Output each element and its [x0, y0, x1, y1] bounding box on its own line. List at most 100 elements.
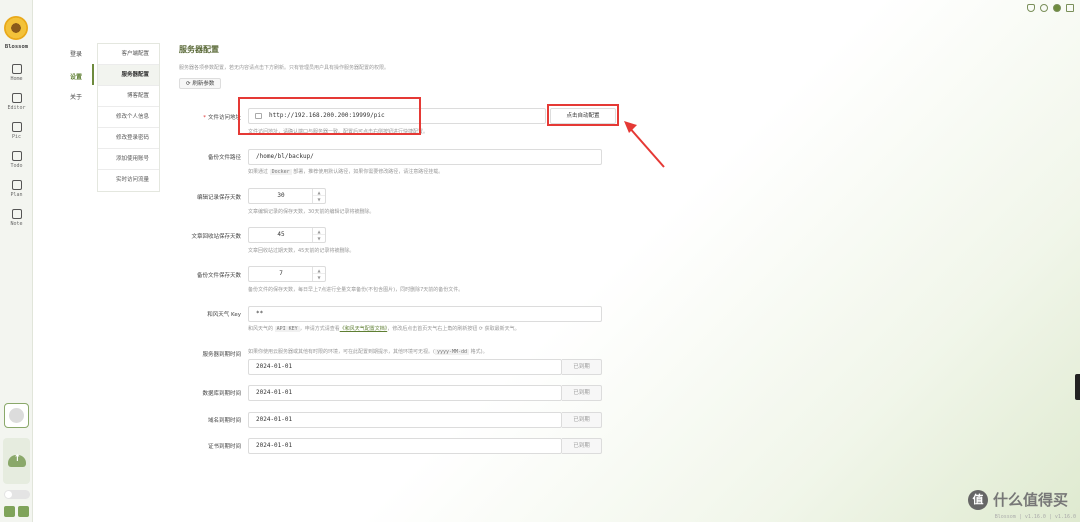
recycle-days-label: 文章回收站保存天数: [191, 234, 241, 240]
rail-label: Editor: [7, 104, 26, 111]
toggle-knob: [5, 491, 12, 498]
server-expire-button[interactable]: 已到期: [562, 359, 602, 375]
backup-days-label: 备份文件保存天数: [196, 273, 241, 279]
backup-days-stepper[interactable]: 7 ▲ ▼: [248, 266, 326, 282]
submenu-add-account[interactable]: 添加使用账号: [98, 149, 159, 170]
increase-icon[interactable]: ▲: [313, 267, 325, 274]
required-mark: *: [203, 115, 206, 121]
backup-path-hint: 如果通过 Docker 部署，推荐使用默认路径，如果你需要修改路径，请注意路径挂…: [248, 168, 443, 175]
increase-icon[interactable]: ▲: [313, 228, 325, 235]
status-icon[interactable]: [1053, 4, 1061, 12]
settings-icon[interactable]: [4, 506, 15, 517]
backup-days-value: 7: [279, 270, 283, 277]
editor-icon: [11, 92, 22, 103]
edit-days-stepper[interactable]: 30 ▲ ▼: [248, 188, 326, 204]
domain-expire-label: 域名到期时间: [207, 418, 241, 424]
submenu-edit-profile[interactable]: 修改个人信息: [98, 107, 159, 128]
recycle-days-hint: 文章回收站过期天数，45天前的记录将被删除。: [248, 248, 355, 254]
decrease-icon[interactable]: ▼: [313, 274, 325, 281]
rail-item-plan[interactable]: Plan: [0, 174, 33, 203]
file-url-label: * 文件访问地址: [179, 113, 241, 121]
tab-about[interactable]: 关于: [62, 92, 94, 101]
brand-name: Blossom: [4, 44, 29, 50]
cloud-upload-icon: [7, 454, 26, 467]
watermark-text: 什么值得买: [992, 491, 1068, 509]
submenu-change-password[interactable]: 修改登录密码: [98, 128, 159, 149]
rail-item-editor[interactable]: Editor: [0, 87, 33, 116]
submenu-blog-config[interactable]: 博客配置: [98, 86, 159, 107]
annotation-box-button: [547, 104, 619, 126]
rail-label: Todo: [10, 162, 23, 169]
cert-expire-button[interactable]: 已到期: [562, 438, 602, 454]
hint-text: ，修改后点击首页天气右上角的刷新按钮 ⟳ 获取最新天气。: [387, 326, 520, 332]
backup-path-input[interactable]: /home/bl/backup/: [248, 149, 602, 165]
hint-code: Docker: [269, 169, 292, 175]
weather-doc-link[interactable]: 《和风天气配置文档》: [340, 326, 388, 332]
increase-icon[interactable]: ▲: [313, 189, 325, 196]
rail-nav: Home Editor Pic Todo Plan Note: [0, 58, 33, 232]
annotation-box-url: [238, 97, 421, 135]
domain-expire-button[interactable]: 已到期: [562, 412, 602, 428]
watermark-logo: 值: [967, 489, 988, 510]
side-handle[interactable]: [1075, 374, 1080, 400]
domain-expire-input[interactable]: 2024-01-01: [248, 412, 562, 428]
weather-key-hint: 和风天气的 API KEY ，申请方式请查看《和风天气配置文档》，修改后点击首页天…: [248, 325, 520, 332]
tab-settings[interactable]: 设置: [62, 72, 94, 81]
file-url-label-text: 文件访问地址: [207, 115, 241, 121]
page-title: 服务器配置: [179, 45, 219, 54]
window-icon[interactable]: [1066, 4, 1074, 12]
hint-text: 部署，推荐使用默认路径，如果你需要修改路径，请注意路径挂载。: [293, 169, 444, 175]
stepper-buttons[interactable]: ▲ ▼: [312, 228, 325, 242]
watermark: 值 什么值得买: [967, 489, 1068, 510]
hint-text: 格式)。: [470, 349, 488, 355]
db-expire-label: 数据库到期时间: [202, 391, 241, 397]
cert-expire-input[interactable]: 2024-01-01: [248, 438, 562, 454]
todo-icon: [11, 150, 22, 161]
submenu-traffic[interactable]: 实时访问流量: [98, 170, 159, 191]
weather-key-input[interactable]: **: [248, 306, 602, 322]
stepper-buttons[interactable]: ▲ ▼: [312, 267, 325, 281]
recycle-days-value: 45: [277, 231, 285, 238]
rail-item-todo[interactable]: Todo: [0, 145, 33, 174]
backup-path-label: 备份文件路径: [207, 155, 241, 161]
hint-text: ，申请方式请查看: [299, 326, 340, 332]
server-expire-label: 服务器到期时间: [202, 352, 241, 358]
rail-item-pic[interactable]: Pic: [0, 116, 33, 145]
theme-icon[interactable]: [1040, 4, 1048, 12]
edit-days-label: 编辑记录保存天数: [196, 195, 241, 201]
rail-item-note[interactable]: Note: [0, 203, 33, 232]
submenu-server-config[interactable]: 服务器配置: [98, 65, 159, 86]
decrease-icon[interactable]: ▼: [313, 235, 325, 242]
db-expire-button[interactable]: 已到期: [562, 385, 602, 401]
recycle-days-stepper[interactable]: 45 ▲ ▼: [248, 227, 326, 243]
upload-card[interactable]: [3, 438, 30, 484]
tab-login[interactable]: 登录: [62, 49, 94, 58]
bell-icon[interactable]: [1027, 4, 1035, 12]
db-expire-input[interactable]: 2024-01-01: [248, 385, 562, 401]
logo-icon: [4, 16, 28, 40]
stepper-buttons[interactable]: ▲ ▼: [312, 189, 325, 203]
decrease-icon[interactable]: ▼: [313, 196, 325, 203]
window-icon[interactable]: [18, 506, 29, 517]
edit-days-hint: 文章编辑记录的保存天数，30天前的编辑记录将被删除。: [248, 209, 375, 215]
left-rail: Blossom Home Editor Pic Todo Plan Note: [0, 0, 33, 522]
rail-label: Note: [10, 220, 23, 227]
avatar[interactable]: [4, 403, 29, 428]
note-icon: [11, 208, 22, 219]
home-icon: [11, 63, 22, 74]
weather-key-label: 和风天气 Key: [207, 312, 241, 318]
refresh-button[interactable]: ⟳ 刷新参数: [179, 78, 222, 89]
top-toolbar: [1027, 4, 1074, 12]
submenu-client-config[interactable]: 客户端配置: [98, 44, 159, 65]
theme-toggle[interactable]: [4, 490, 30, 499]
server-expire-hint: 如果你使用云服务器或其他有时限的环境，可在此配置到期提示，其他环境可无视。(yy…: [248, 348, 488, 355]
hint-code: yyyy-MM-dd: [434, 349, 470, 355]
rail-label: Pic: [11, 133, 22, 140]
hint-text: 和风天气的: [248, 326, 274, 332]
server-expire-input[interactable]: 2024-01-01: [248, 359, 562, 375]
hint-text: 如果你使用云服务器或其他有时限的环境，可在此配置到期提示，其他环境可无视。(: [248, 349, 435, 355]
annotation-arrow-icon: [624, 121, 665, 168]
rail-item-home[interactable]: Home: [0, 58, 33, 87]
backup-days-hint: 备份文件的保存天数，每日早上7点进行全量文章备份(不包含图片)，同时删除7天前的…: [248, 287, 464, 293]
edit-days-value: 30: [277, 192, 285, 199]
